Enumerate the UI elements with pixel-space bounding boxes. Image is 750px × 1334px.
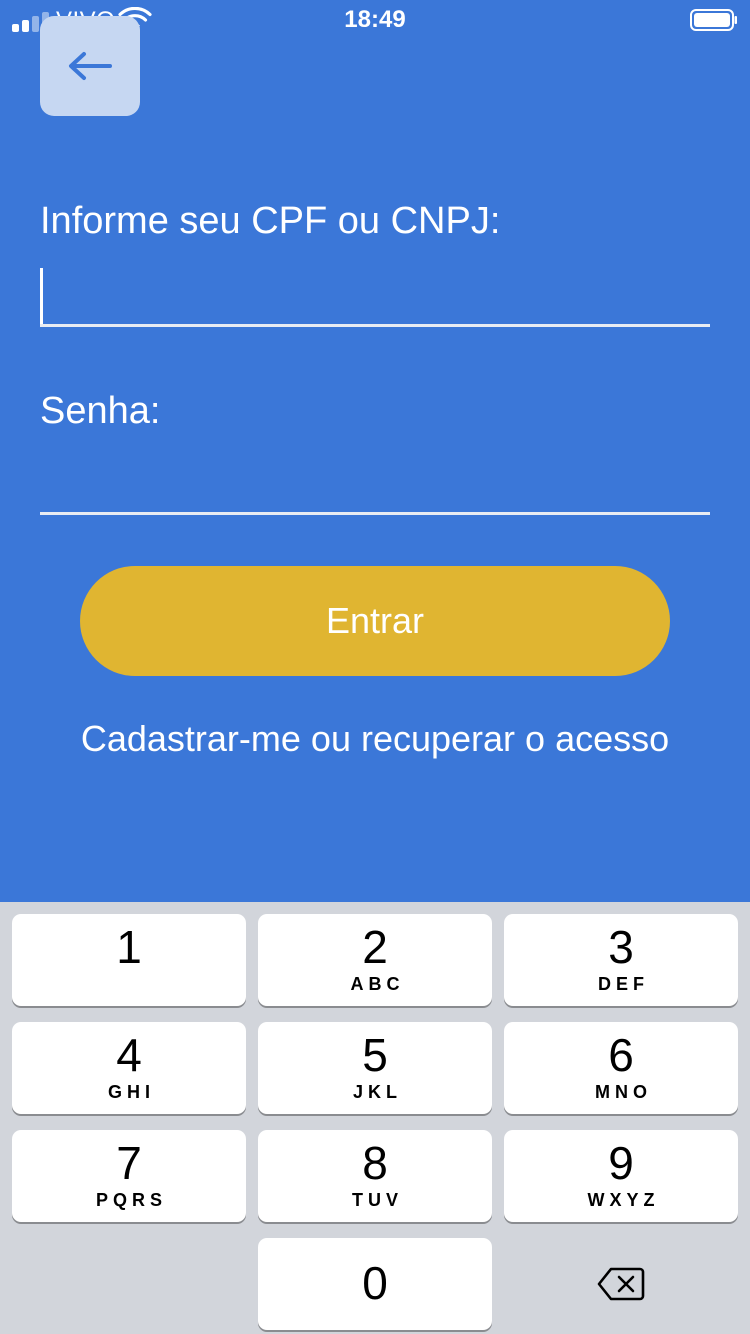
login-screen: VIVO 18:49 Informe seu CPF ou CNPJ: Senh… [0,0,750,902]
key-5[interactable]: 5 JKL [258,1022,492,1114]
key-digit: 3 [608,921,634,973]
text-cursor [40,268,43,324]
key-6[interactable]: 6 MNO [504,1022,738,1114]
key-letters: GHI [107,1082,155,1102]
key-8[interactable]: 8 TUV [258,1130,492,1222]
key-3[interactable]: 3 DEF [504,914,738,1006]
key-digit: 4 [116,1029,142,1081]
back-button[interactable] [40,16,140,116]
numeric-keyboard: 1 2 ABC 3 DEF 4 GHI 5 JKL 6 MNO 7 PQRS 8… [0,902,750,1334]
key-1[interactable]: 1 [12,914,246,1006]
key-letters: DEF [598,974,649,994]
document-input[interactable] [40,268,710,327]
key-letters: ABC [350,974,405,994]
key-digit: 9 [608,1137,634,1189]
key-letters: PQRS [95,1190,167,1210]
key-digit: 6 [608,1029,634,1081]
password-label: Senha: [40,390,161,432]
key-letters: MNO [595,1082,652,1102]
key-digit: 8 [362,1137,388,1189]
delete-key[interactable] [504,1238,738,1330]
key-letters: WXYZ [587,1190,660,1210]
key-9[interactable]: 9 WXYZ [504,1130,738,1222]
document-label: Informe seu CPF ou CNPJ: [40,200,501,242]
key-digit: 5 [362,1029,388,1081]
key-digit: 2 [362,921,388,973]
key-digit: 1 [116,921,142,973]
key-7[interactable]: 7 PQRS [12,1130,246,1222]
register-or-recover-link[interactable]: Cadastrar-me ou recuperar o acesso [0,718,750,760]
key-digit: 7 [116,1137,142,1189]
battery-icon [690,9,737,31]
password-input[interactable] [40,456,710,515]
key-letters: JKL [352,1082,402,1102]
key-4[interactable]: 4 GHI [12,1022,246,1114]
key-0[interactable]: 0 [258,1238,492,1330]
key-letters: TUV [352,1190,403,1210]
enter-button[interactable]: Entrar [80,566,670,676]
backspace-icon [597,1267,645,1301]
arrow-left-icon [69,52,112,80]
key-digit: 0 [362,1257,388,1309]
key-2[interactable]: 2 ABC [258,914,492,1006]
